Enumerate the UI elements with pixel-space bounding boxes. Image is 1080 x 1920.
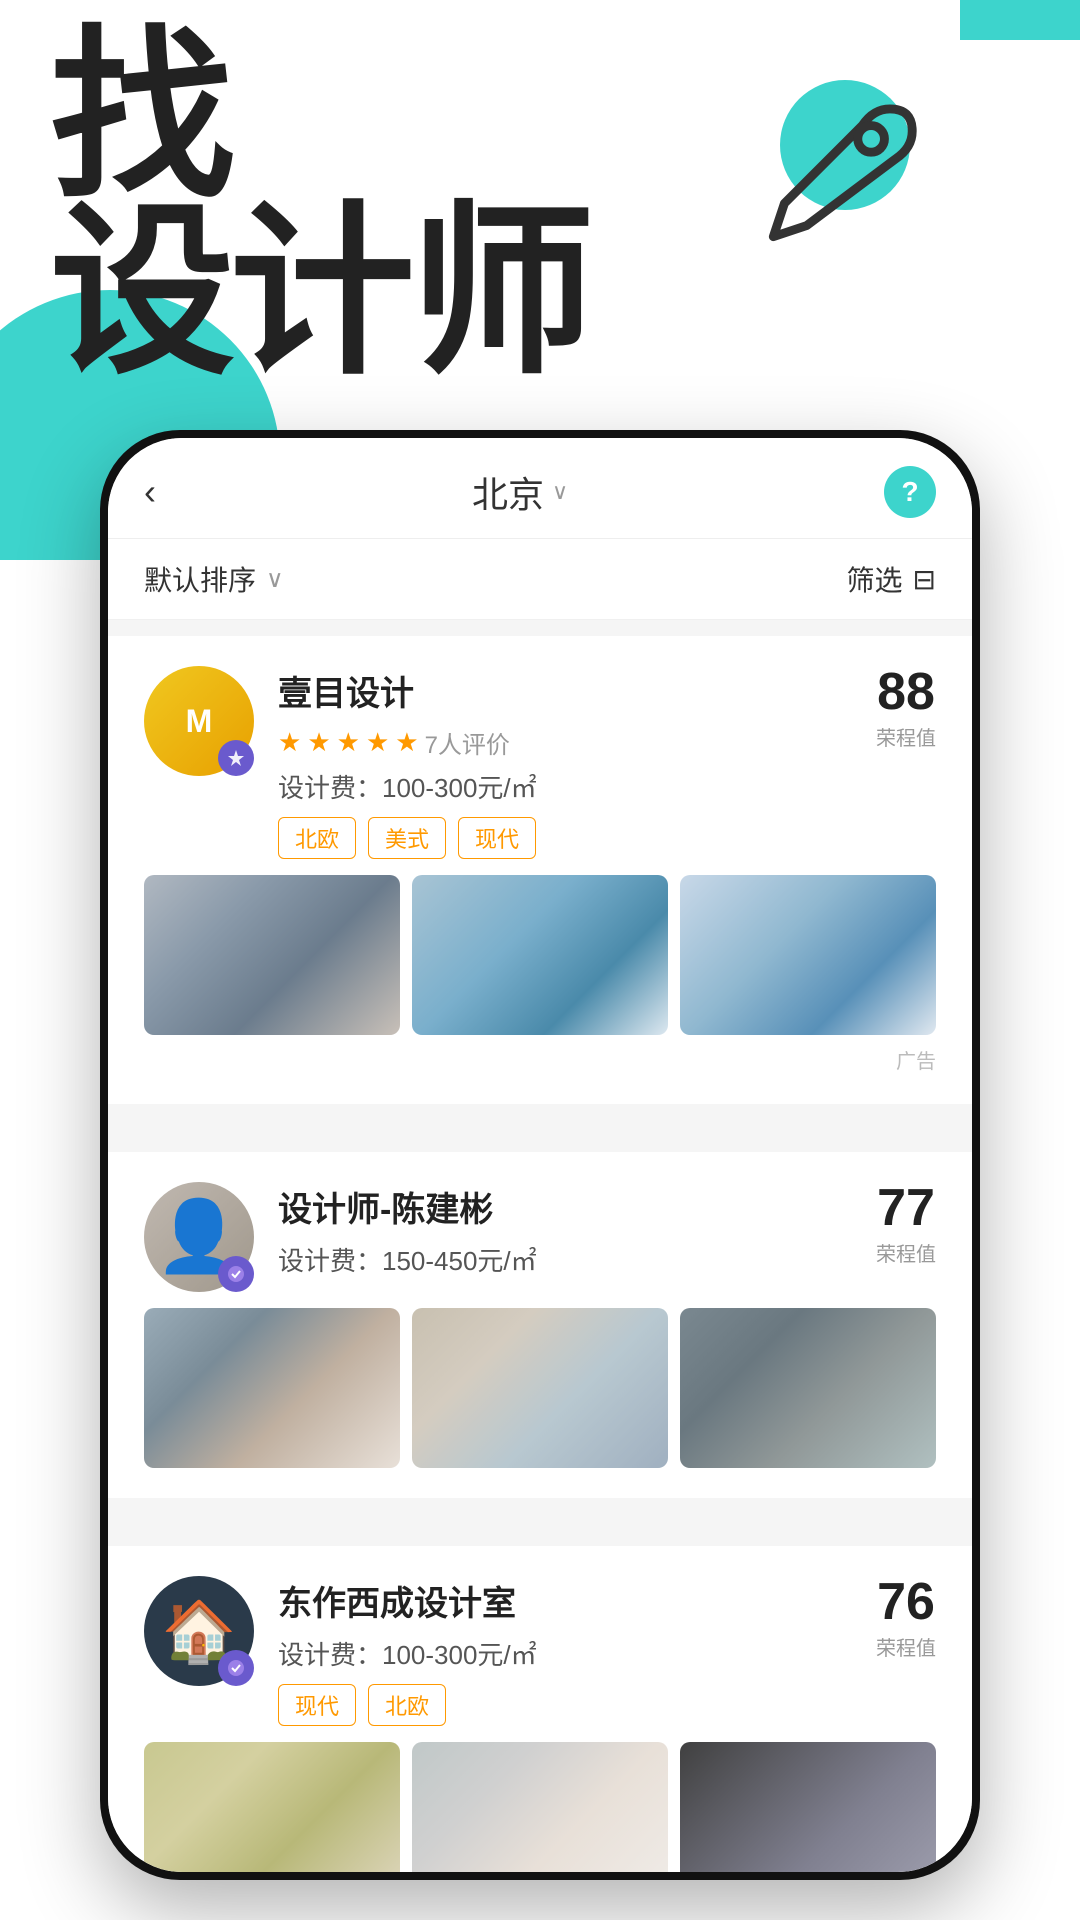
price-3: 设计费：100-300元/㎡ bbox=[278, 1635, 852, 1672]
app-navbar: ‹ 北京 ∨ ? bbox=[108, 438, 972, 539]
score-box-1: 88 荣程值 bbox=[876, 666, 936, 751]
star-4: ★ bbox=[366, 727, 389, 758]
avatar-wrap-3: 🏠 bbox=[144, 1576, 254, 1686]
portfolio-image-3-1[interactable] bbox=[144, 1742, 400, 1872]
tag-modern-1: 现代 bbox=[458, 817, 536, 859]
city-selector[interactable]: 北京 ∨ bbox=[472, 466, 568, 518]
help-button[interactable]: ? bbox=[884, 466, 936, 518]
city-name: 北京 bbox=[472, 466, 544, 518]
divider-1 bbox=[108, 1120, 972, 1136]
divider-2 bbox=[108, 1514, 972, 1530]
sort-label: 默认排序 bbox=[144, 559, 256, 599]
filter-bar: 默认排序 ∨ 筛选 ⊟ bbox=[108, 539, 972, 620]
star-1: ★ bbox=[278, 727, 301, 758]
tag-modern-3: 现代 bbox=[278, 1684, 356, 1726]
portfolio-image-3-2[interactable] bbox=[412, 1742, 668, 1872]
hero-title: 找 设计师 bbox=[50, 30, 590, 382]
card-info-3: 东作西成设计室 设计费：100-300元/㎡ 现代 北欧 bbox=[278, 1576, 852, 1726]
avatar-wrap-1: M bbox=[144, 666, 254, 776]
stars-row-1: ★ ★ ★ ★ ★ 7人评价 bbox=[278, 725, 852, 760]
portfolio-image-2-1[interactable] bbox=[144, 1308, 400, 1468]
ad-label-1: 广告 bbox=[144, 1045, 936, 1074]
score-number-1: 88 bbox=[876, 666, 936, 718]
chevron-down-icon: ∨ bbox=[552, 479, 568, 505]
pen-icon bbox=[740, 70, 940, 270]
avatar-wrap-2: 👤 bbox=[144, 1182, 254, 1292]
portfolio-images-3[interactable] bbox=[144, 1742, 936, 1872]
card-info-1: 壹目设计 ★ ★ ★ ★ ★ 7人评价 设计费：100-300元/㎡ 北欧 美式… bbox=[278, 666, 852, 859]
sort-chevron-icon: ∨ bbox=[266, 565, 284, 594]
verified-badge-1 bbox=[218, 740, 254, 776]
designer-card-3[interactable]: 🏠 东作西成设计室 设计费：100-300元/㎡ 现代 北欧 bbox=[108, 1546, 972, 1872]
score-number-2: 77 bbox=[876, 1182, 936, 1234]
star-5: ★ bbox=[395, 727, 418, 758]
phone-mockup: ‹ 北京 ∨ ? 默认排序 ∨ 筛选 ⊟ bbox=[100, 430, 980, 1880]
score-label-1: 荣程值 bbox=[876, 722, 936, 751]
designer-name-2: 设计师-陈建彬 bbox=[278, 1182, 852, 1231]
portfolio-image-1-3[interactable] bbox=[680, 875, 936, 1035]
review-count-1: 7人评价 bbox=[425, 725, 510, 760]
filter-label: 筛选 bbox=[847, 559, 903, 599]
star-2: ★ bbox=[307, 727, 330, 758]
tags-1: 北欧 美式 现代 bbox=[278, 817, 852, 859]
teal-rect-decoration bbox=[960, 0, 1080, 40]
portfolio-image-2-2[interactable] bbox=[412, 1308, 668, 1468]
portfolio-image-3-3[interactable] bbox=[680, 1742, 936, 1872]
designer-card-2[interactable]: 👤 设计师-陈建彬 设计费：150-450元/㎡ 77 荣程值 bbox=[108, 1152, 972, 1498]
filter-button[interactable]: 筛选 ⊟ bbox=[847, 559, 936, 599]
portfolio-image-2-3[interactable] bbox=[680, 1308, 936, 1468]
filter-icon: ⊟ bbox=[913, 563, 936, 596]
score-number-3: 76 bbox=[876, 1576, 936, 1628]
portfolio-images-2[interactable] bbox=[144, 1308, 936, 1468]
verified-badge-3 bbox=[218, 1650, 254, 1686]
score-box-2: 77 荣程值 bbox=[876, 1182, 936, 1267]
designer-name-3: 东作西成设计室 bbox=[278, 1576, 852, 1625]
sort-selector[interactable]: 默认排序 ∨ bbox=[144, 559, 284, 599]
tags-3: 现代 北欧 bbox=[278, 1684, 852, 1726]
phone-screen: ‹ 北京 ∨ ? 默认排序 ∨ 筛选 ⊟ bbox=[108, 438, 972, 1872]
price-2: 设计费：150-450元/㎡ bbox=[278, 1241, 852, 1278]
designer-card-1[interactable]: M 壹目设计 ★ ★ ★ ★ ★ bbox=[108, 636, 972, 1104]
verified-badge-2 bbox=[218, 1256, 254, 1292]
tag-nordic-1: 北欧 bbox=[278, 817, 356, 859]
tag-nordic-3: 北欧 bbox=[368, 1684, 446, 1726]
tag-american-1: 美式 bbox=[368, 817, 446, 859]
help-icon: ? bbox=[901, 476, 918, 508]
portfolio-image-1-2[interactable] bbox=[412, 875, 668, 1035]
designer-name-1: 壹目设计 bbox=[278, 666, 852, 715]
score-label-3: 荣程值 bbox=[876, 1632, 936, 1661]
score-label-2: 荣程值 bbox=[876, 1238, 936, 1267]
price-1: 设计费：100-300元/㎡ bbox=[278, 768, 852, 805]
score-box-3: 76 荣程值 bbox=[876, 1576, 936, 1661]
card-info-2: 设计师-陈建彬 设计费：150-450元/㎡ bbox=[278, 1182, 852, 1290]
portfolio-images-1[interactable] bbox=[144, 875, 936, 1035]
star-3: ★ bbox=[337, 727, 360, 758]
portfolio-image-1-1[interactable] bbox=[144, 875, 400, 1035]
back-button[interactable]: ‹ bbox=[144, 471, 156, 513]
